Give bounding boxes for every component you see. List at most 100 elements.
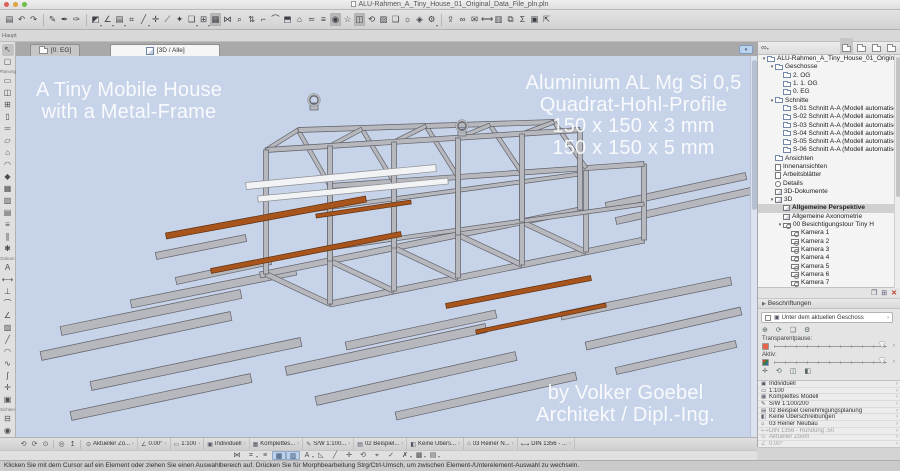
snap-point-icon[interactable]: ✛ [150, 13, 161, 26]
tree-item[interactable]: Kamera 4 [758, 254, 900, 262]
tree-item[interactable]: ▾00 Besichtigungstour Tiny H [758, 221, 900, 229]
label-icon[interactable]: ◈ [414, 13, 425, 26]
wall-tool-icon[interactable]: ▭ [2, 75, 14, 87]
zoom-box-icon[interactable]: ⊙ [40, 440, 51, 448]
tree-item[interactable]: Innenansichten [758, 163, 900, 171]
snap-guide-icon[interactable]: ⟋ [162, 13, 173, 26]
arc-tool-icon[interactable]: ◠ [2, 346, 14, 358]
markup-icon[interactable]: ✉ [469, 13, 480, 26]
curtain-wall-tool-icon[interactable]: ▤ [2, 207, 14, 219]
align-icon[interactable]: ≃ [306, 13, 317, 26]
tree-item[interactable]: Kamera 3 [758, 246, 900, 254]
quickbar-segment-layer-combination[interactable]: ▤02 Beispiel...› [354, 438, 407, 451]
target-icon[interactable]: ⌖ [370, 451, 384, 460]
grid-display-icon[interactable]: ⌗ [126, 13, 137, 26]
tree-item[interactable]: Details [758, 179, 900, 187]
quick-option-row-orientation[interactable]: ∠0.00°› [758, 441, 900, 448]
fill-tool-icon[interactable]: ▨ [2, 322, 14, 334]
dimension-tool-icon[interactable]: ⟷ [2, 274, 14, 286]
quickbar-segment-renovation-filter[interactable]: ⌂03 Reiner N...› [464, 438, 518, 451]
next-zoom-icon[interactable]: ⟳ [29, 440, 40, 448]
tree-item[interactable]: 0. EG [758, 88, 900, 96]
share-icon[interactable]: ⇱ [541, 13, 552, 26]
cancel-icon[interactable]: ✗▾ [398, 451, 412, 460]
level-dimension-tool-icon[interactable]: ⊥ [2, 286, 14, 298]
navigator-toggle-icon[interactable]: ▾ [739, 45, 753, 54]
plane-icon[interactable]: ◺ [314, 451, 328, 460]
explore-mode-icon[interactable]: ↥ [67, 440, 78, 448]
tree-item[interactable]: Ansichten [758, 155, 900, 163]
slab-tool-icon[interactable]: ▱ [2, 135, 14, 147]
stair-tool-icon[interactable]: ≡ [2, 219, 14, 231]
confirm-icon[interactable]: ✓ [384, 451, 398, 460]
grid-snap-icon[interactable]: ▦ [210, 13, 221, 26]
stretch-icon[interactable]: ⬒ [282, 13, 293, 26]
previous-zoom-icon[interactable]: ⟲ [18, 440, 29, 448]
guideline-dropdown-icon[interactable]: ╱▾ [138, 13, 149, 26]
active-slider[interactable]: › [762, 358, 895, 367]
elevate-icon[interactable]: ⇅ [246, 13, 257, 26]
mesh-tool-icon[interactable]: ▦ [2, 183, 14, 195]
hotspot-tool-icon[interactable]: ✛ [2, 382, 14, 394]
3d-view-icon[interactable]: ◫ [354, 13, 365, 26]
tree-item[interactable]: ▾Schnitte [758, 96, 900, 104]
line-tool-icon[interactable]: ╱ [2, 334, 14, 346]
publish-icon[interactable]: ⇪ [445, 13, 456, 26]
3d-viewport[interactable]: A Tiny Mobile Housewith a Metal-Frame Al… [16, 56, 750, 437]
save-icon[interactable]: ▤ [4, 13, 15, 26]
quickbar-segment-orientation[interactable]: ∠0.00°› [138, 438, 170, 451]
quickbar-segment-dimension-standard[interactable]: ⟷DIN 1356 - ...› [518, 438, 575, 451]
measure-icon[interactable]: ⟷ [481, 13, 492, 26]
zone-tool-icon[interactable]: ▨ [2, 195, 14, 207]
add-reference-icon[interactable]: ⊕ [762, 326, 768, 334]
quickbar-segment-model-filter[interactable]: ▦Komplettes...› [250, 438, 304, 451]
tree-item[interactable]: S-04 Schnitt A-A (Modell automatisch wie… [758, 130, 900, 138]
shell-tool-icon[interactable]: ◠ [2, 159, 14, 171]
snap-grid-icon[interactable]: ⌗▾ [244, 451, 258, 460]
tab-inactive-0[interactable]: [0. EG] [30, 44, 80, 56]
new-viewpoint-icon[interactable]: ⊞ [881, 289, 887, 298]
project-chooser-icon[interactable]: ∞▾ [761, 42, 769, 55]
radial-dimension-tool-icon[interactable]: ⌒ [2, 298, 14, 310]
fade-reference-icon[interactable]: ◧ [804, 367, 811, 375]
tree-item[interactable]: S-06 Schnitt A-A (Modell automatisch wie… [758, 146, 900, 154]
line-mode-icon[interactable]: ╱ [328, 451, 342, 460]
figure-tool-icon[interactable]: ▣ [2, 394, 14, 406]
tree-item[interactable]: S-01 Schnitt A-A (Modell automatisch wie… [758, 105, 900, 113]
tree-item[interactable]: ▾3D [758, 196, 900, 204]
quickbar-segment-pen-set[interactable]: ✎S/W 1:100...› [303, 438, 354, 451]
corner-icon[interactable]: ⌐ [258, 13, 269, 26]
active-color-swatch[interactable] [762, 359, 769, 366]
marquee-tool-icon[interactable]: ▢ [2, 56, 14, 68]
settings-dropdown-icon[interactable]: ⚙▾ [426, 13, 437, 26]
split-reference-icon[interactable]: ◫ [790, 367, 797, 375]
pickup-parameters-icon[interactable]: ✑ [71, 13, 82, 26]
quickbar-segment-zoom[interactable]: ⊙Aktueller Zo...› [83, 438, 138, 451]
morph-tool-icon[interactable]: ◆ [2, 171, 14, 183]
transparency-slider[interactable]: › [762, 342, 895, 351]
tree-item[interactable]: S-02 Schnitt A-A (Modell automatisch wie… [758, 113, 900, 121]
render-icon[interactable]: ▨ [378, 13, 389, 26]
refresh-reference-icon[interactable]: ⟳ [776, 326, 782, 334]
quickbar-segment-view-settings[interactable]: ▣Individuell› [204, 438, 249, 451]
column-tool-icon[interactable]: ▯ [2, 111, 14, 123]
favorites-icon[interactable]: ☆ [342, 13, 353, 26]
reference-settings-icon[interactable]: ⚙ [804, 326, 810, 334]
trace-icon[interactable]: ▦ [272, 451, 286, 460]
rotate-reference-icon[interactable]: ⟲ [776, 367, 782, 375]
tree-item[interactable]: ▾ALU-Rahmen_A_Tiny_House_01_Original_Dat… [758, 55, 900, 63]
undo-icon[interactable]: ↶ [16, 13, 27, 26]
module-icon[interactable]: ▣ [529, 13, 540, 26]
layouts-icon[interactable]: ❑ [390, 13, 401, 26]
distribute-icon[interactable]: ≡ [318, 13, 329, 26]
redo-icon[interactable]: ↷ [28, 13, 39, 26]
favorite-pen-icon[interactable]: ✎ [47, 13, 58, 26]
tree-item[interactable]: 1. 1. OG [758, 80, 900, 88]
tree-item[interactable]: S-03 Schnitt A-A (Modell automatisch wie… [758, 121, 900, 129]
trace-panel-header[interactable]: ▶Beschriftungen [758, 299, 900, 309]
magic-wand-icon[interactable]: ✦ [174, 13, 185, 26]
quickbar-segment-graphic-override[interactable]: ◧Keine Übers...› [407, 438, 464, 451]
text-style-icon[interactable]: A▾ [300, 451, 314, 460]
virtual-trace-icon[interactable]: ⊞▾ [198, 13, 209, 26]
slider-thumb[interactable] [879, 342, 885, 348]
